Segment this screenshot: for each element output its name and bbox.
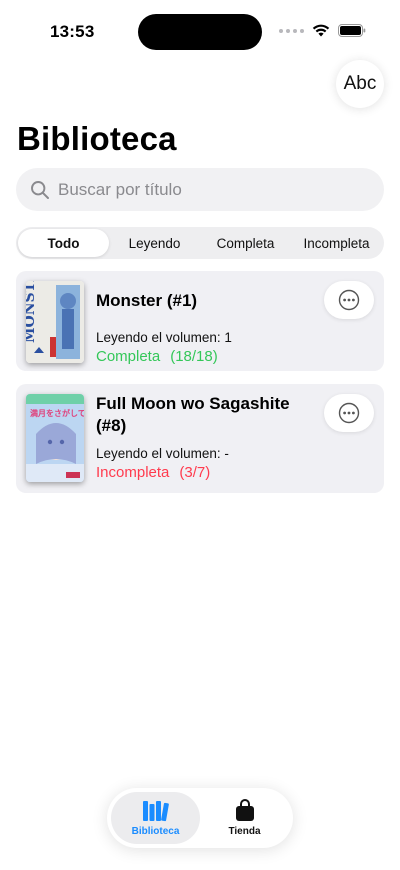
- cover-image-full-moon: 満月をさがして: [26, 394, 84, 482]
- list-item[interactable]: MONSTER Monster (#1) Leyendo el volumen:…: [16, 271, 384, 371]
- cover-image-monster: MONSTER: [26, 281, 84, 363]
- tab-bar: Biblioteca Tienda: [107, 788, 293, 848]
- status-icons: [279, 24, 366, 37]
- filter-segment-incompleta[interactable]: Incompleta: [291, 229, 382, 257]
- battery-icon: [338, 24, 366, 37]
- status-time: 13:53: [50, 22, 95, 41]
- tab-label: Biblioteca: [131, 826, 180, 837]
- tab-tienda[interactable]: Tienda: [200, 792, 289, 844]
- search-input[interactable]: [58, 179, 358, 200]
- status-label: Completa: [96, 348, 161, 365]
- item-title: Monster (#1): [96, 291, 198, 310]
- filter-segment-todo[interactable]: Todo: [18, 229, 109, 257]
- filter-segment-leyendo[interactable]: Leyendo: [109, 229, 200, 257]
- filter-segment-completa[interactable]: Completa: [200, 229, 291, 257]
- item-status: Incompleta (3/7): [96, 464, 210, 481]
- font-toggle-button[interactable]: Abc: [336, 60, 384, 108]
- ellipsis-circle-icon: [338, 402, 360, 424]
- dynamic-island: [138, 14, 262, 50]
- list-item[interactable]: 満月をさがして Full Moon wo Sagashite (#8) Leye…: [16, 384, 384, 493]
- tab-label: Tienda: [228, 826, 261, 837]
- tab-biblioteca[interactable]: Biblioteca: [111, 792, 200, 844]
- item-reading-volume: Leyendo el volumen: 1: [96, 330, 232, 345]
- ellipsis-circle-icon: [338, 289, 360, 311]
- volume-count: (3/7): [179, 464, 211, 481]
- cover-title-text: MONSTER: [26, 281, 38, 343]
- cover-title-text: 満月をさがして: [30, 408, 84, 418]
- status-label: Incompleta: [96, 464, 170, 481]
- more-options-button[interactable]: [324, 394, 374, 432]
- volume-count: (18/18): [170, 348, 218, 365]
- filter-segmented-control: Todo Leyendo Completa Incompleta: [16, 227, 384, 259]
- item-status: Completa (18/18): [96, 348, 218, 365]
- item-title: Full Moon wo Sagashite (#8): [96, 394, 290, 435]
- wifi-icon: [312, 24, 330, 37]
- page-title: Biblioteca: [17, 120, 177, 157]
- books-icon: [142, 801, 169, 822]
- search-icon: [31, 180, 49, 199]
- more-options-button[interactable]: [324, 281, 374, 319]
- status-bar: 13:53: [0, 0, 400, 62]
- bag-icon: [235, 799, 254, 821]
- cellular-signal-icon: [279, 28, 304, 33]
- search-bar[interactable]: [16, 168, 384, 211]
- item-reading-volume: Leyendo el volumen: -: [96, 446, 229, 461]
